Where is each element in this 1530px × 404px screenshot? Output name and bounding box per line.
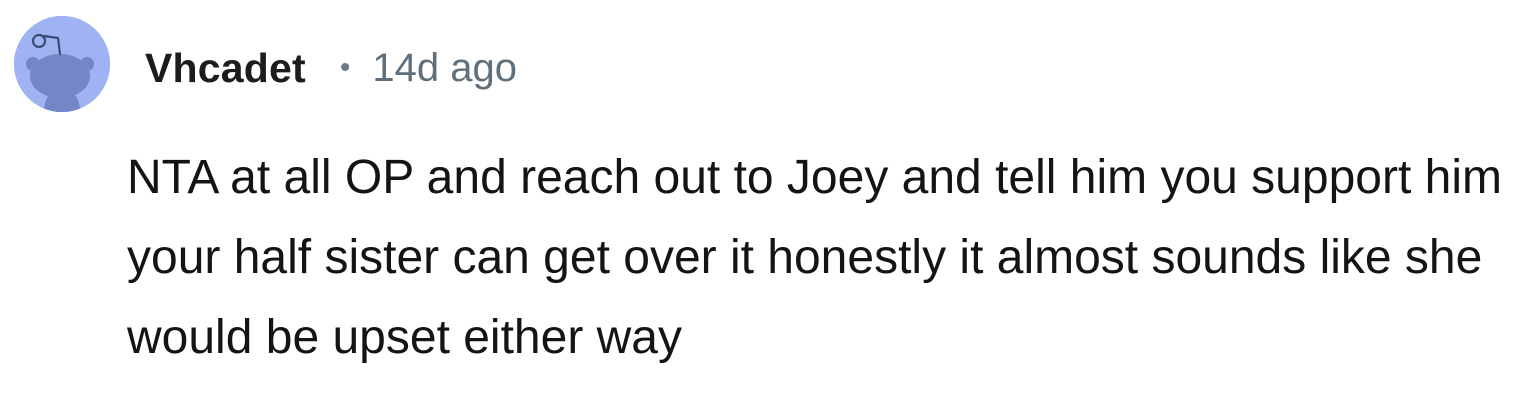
meta-separator: • xyxy=(339,51,351,84)
comment: Vhcadet • 14d ago NTA at all OP and reac… xyxy=(0,0,1530,404)
reddit-snoo-avatar-icon xyxy=(14,16,110,112)
comment-timestamp[interactable]: 14d ago xyxy=(372,46,517,91)
comment-body: NTA at all OP and reach out to Joey and … xyxy=(127,151,1502,364)
username-link[interactable]: Vhcadet xyxy=(145,45,306,92)
user-avatar[interactable] xyxy=(14,16,110,112)
comment-header: Vhcadet • 14d ago xyxy=(145,40,517,96)
